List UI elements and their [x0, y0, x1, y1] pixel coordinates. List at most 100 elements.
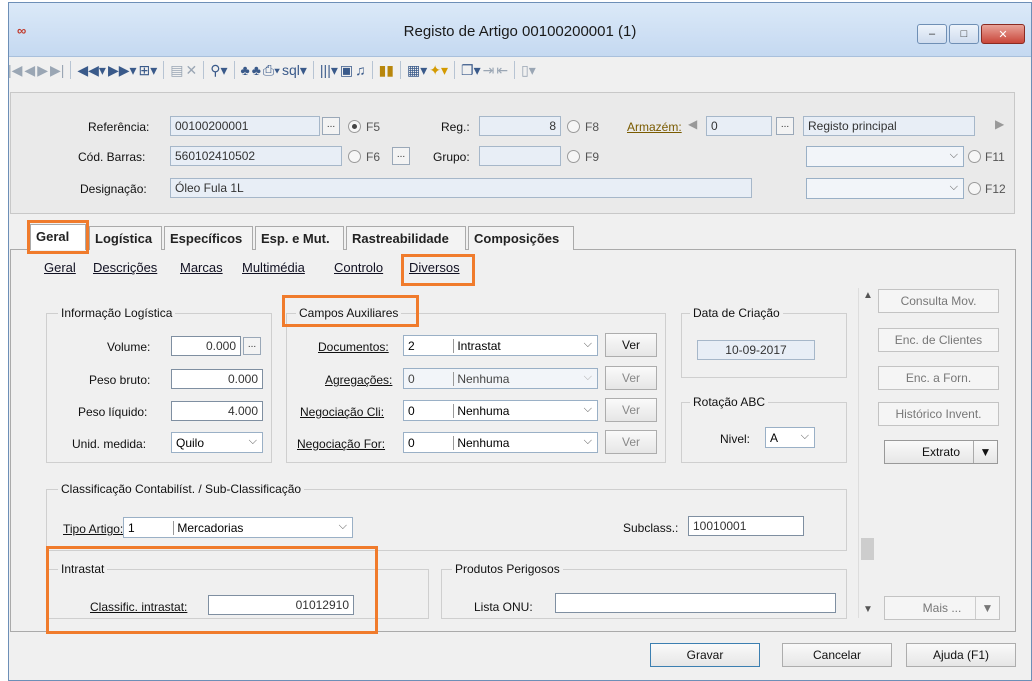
- maximize-button[interactable]: □: [949, 24, 979, 44]
- consulta-mov-button[interactable]: Consulta Mov.: [878, 289, 999, 313]
- bookmark-icon[interactable]: ▯▾: [521, 62, 536, 79]
- cancelar-button[interactable]: Cancelar: [782, 643, 892, 667]
- armazem-next-icon[interactable]: ▶: [995, 117, 1004, 131]
- f11-select[interactable]: ⌵: [806, 146, 964, 167]
- extrato-dropdown-icon[interactable]: ▼: [973, 441, 997, 463]
- gravar-button[interactable]: Gravar: [650, 643, 760, 667]
- designacao-field[interactable]: Óleo Fula 1L: [170, 178, 752, 198]
- print-icon[interactable]: ⎙▾: [263, 62, 280, 79]
- close-button[interactable]: ✕: [981, 24, 1025, 44]
- minimize-button[interactable]: ‒: [917, 24, 947, 44]
- tipo-artigo-select[interactable]: 1 Mercadorias ⌵: [123, 517, 353, 538]
- barcode-icon[interactable]: |||▾: [320, 62, 338, 79]
- sql-icon[interactable]: sql▾: [282, 62, 307, 79]
- reg-field[interactable]: 8: [479, 116, 561, 136]
- barras-lookup-button[interactable]: ...: [392, 147, 410, 165]
- armazem-prev-icon[interactable]: ◀: [688, 117, 697, 131]
- tab-logistica[interactable]: Logística: [89, 226, 162, 250]
- peso-liquido-field[interactable]: 4.000: [171, 401, 263, 421]
- binoculars-icon[interactable]: ⚲▾: [210, 62, 227, 79]
- tab-composicoes[interactable]: Composições: [468, 226, 574, 250]
- volume-field[interactable]: 0.000: [171, 336, 241, 356]
- ajuda-button[interactable]: Ajuda (F1): [906, 643, 1016, 667]
- documentos-select[interactable]: 2 Intrastat ⌵: [403, 335, 598, 356]
- subtab-geral[interactable]: Geral: [44, 260, 76, 275]
- scroll-down-icon[interactable]: ▼: [863, 604, 873, 615]
- armazem-link[interactable]: Armazém:: [627, 120, 682, 134]
- indent-icon[interactable]: ⇥: [483, 62, 495, 79]
- mais-dropdown-icon[interactable]: ▼: [975, 597, 999, 619]
- f6-label: F6: [366, 150, 381, 164]
- nivel-select[interactable]: A ⌵: [765, 427, 815, 448]
- subclass-field[interactable]: 10010001: [688, 516, 804, 536]
- classific-intrastat-link[interactable]: Classific. intrastat:: [90, 600, 187, 614]
- f9-radio[interactable]: [567, 150, 580, 163]
- enc-forn-button[interactable]: Enc. a Forn.: [878, 366, 999, 390]
- tipo-artigo-link[interactable]: Tipo Artigo:: [63, 522, 123, 536]
- referencia-lookup-button[interactable]: ...: [322, 117, 340, 135]
- f12-radio[interactable]: [968, 182, 981, 195]
- grid-icon[interactable]: ▦▾: [407, 62, 427, 79]
- peso-bruto-field[interactable]: 0.000: [171, 369, 263, 389]
- documentos-link[interactable]: Documentos:: [318, 340, 389, 354]
- armazem-lookup-button[interactable]: ...: [776, 117, 794, 135]
- subtab-descricoes[interactable]: Descrições: [93, 260, 157, 275]
- f6-radio[interactable]: [348, 150, 361, 163]
- previous-record-icon[interactable]: ◀: [24, 62, 35, 79]
- image-icon[interactable]: ▣: [340, 62, 353, 79]
- f5-radio[interactable]: [348, 120, 361, 133]
- scrollbar[interactable]: ▲ ▼: [858, 288, 876, 618]
- chart-icon[interactable]: ▮▮: [379, 62, 394, 79]
- new-record-icon[interactable]: ▤: [170, 62, 183, 79]
- first-record-icon[interactable]: |◀: [8, 62, 22, 79]
- subtab-multimedia[interactable]: Multimédia: [242, 260, 305, 275]
- delete-record-icon[interactable]: ✕: [186, 62, 198, 79]
- armazem-field[interactable]: 0: [706, 116, 772, 136]
- volume-lookup-button[interactable]: ...: [243, 337, 261, 355]
- agregacoes-ver-button[interactable]: Ver: [605, 366, 657, 390]
- negociacao-for-select[interactable]: 0 Nenhuma ⌵: [403, 432, 598, 453]
- negociacao-cli-select[interactable]: 0 Nenhuma ⌵: [403, 400, 598, 421]
- grupo-field[interactable]: [479, 146, 561, 166]
- f11-radio[interactable]: [968, 150, 981, 163]
- subtab-controlo[interactable]: Controlo: [334, 260, 383, 275]
- negociacao-for-link[interactable]: Negociação For:: [297, 437, 385, 451]
- unid-medida-label: Unid. medida:: [72, 437, 147, 451]
- agregacoes-select[interactable]: 0 Nenhuma ⌵: [403, 368, 598, 389]
- stamp2-icon[interactable]: ♣: [252, 62, 261, 78]
- subtab-diversos[interactable]: Diversos: [409, 260, 460, 275]
- scroll-up-icon[interactable]: ▲: [863, 290, 873, 301]
- f12-select[interactable]: ⌵: [806, 178, 964, 199]
- last-record-icon[interactable]: ▶|: [50, 62, 64, 79]
- copy-icon[interactable]: ❐▾: [461, 62, 481, 79]
- tab-geral[interactable]: Geral: [30, 224, 86, 250]
- documentos-ver-button[interactable]: Ver: [605, 333, 657, 357]
- next-record-icon[interactable]: ▶: [37, 62, 48, 79]
- tab-especificos[interactable]: Específicos: [164, 226, 253, 250]
- stamp-icon[interactable]: ♣: [241, 62, 250, 78]
- barras-field[interactable]: 560102410502: [170, 146, 342, 166]
- enc-clientes-button[interactable]: Enc. de Clientes: [878, 328, 999, 352]
- forward-icon[interactable]: ▶▶▾: [108, 62, 137, 79]
- agregacoes-link[interactable]: Agregações:: [325, 373, 392, 387]
- tab-esp-mut[interactable]: Esp. e Mut.: [255, 226, 344, 250]
- hierarchy-icon[interactable]: ⊞▾: [139, 62, 158, 79]
- negociacao-cli-ver-button[interactable]: Ver: [605, 398, 657, 422]
- wand-icon[interactable]: ✦▾: [429, 62, 448, 79]
- tab-rastreabilidade[interactable]: Rastreabilidade: [346, 226, 466, 250]
- unid-medida-select[interactable]: Quilo ⌵: [171, 432, 263, 453]
- mais-button[interactable]: Mais ... ▼: [884, 596, 1000, 620]
- f8-radio[interactable]: [567, 120, 580, 133]
- rewind-icon[interactable]: ◀◀▾: [77, 62, 106, 79]
- classific-intrastat-field[interactable]: 01012910: [208, 595, 354, 615]
- outdent-icon[interactable]: ⇤: [496, 62, 508, 79]
- note-icon[interactable]: ♫: [355, 62, 366, 78]
- negociacao-cli-link[interactable]: Negociação Cli:: [300, 405, 384, 419]
- negociacao-for-ver-button[interactable]: Ver: [605, 430, 657, 454]
- scroll-thumb[interactable]: [861, 538, 874, 560]
- referencia-field[interactable]: 00100200001: [170, 116, 320, 136]
- lista-onu-field[interactable]: [555, 593, 836, 613]
- extrato-button[interactable]: Extrato ▼: [884, 440, 998, 464]
- historico-invent-button[interactable]: Histórico Invent.: [878, 402, 999, 426]
- subtab-marcas[interactable]: Marcas: [180, 260, 223, 275]
